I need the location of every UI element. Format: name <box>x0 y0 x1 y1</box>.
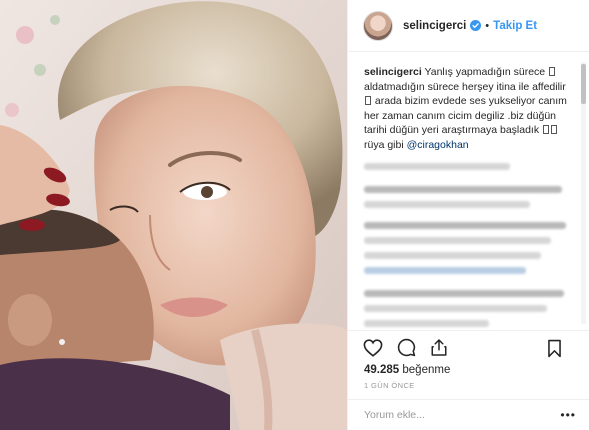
post-side-panel: selincigerci • Takip Et selincigerci Yan… <box>347 0 589 430</box>
comment-button[interactable] <box>395 337 417 359</box>
header-separator: • <box>485 19 490 32</box>
action-bar <box>348 330 589 364</box>
blurred-comment-line <box>364 236 552 244</box>
caption-text-1: Yanlış yapmadığın sürece <box>424 66 549 78</box>
post-caption: selincigerci Yanlış yapmadığın sürece al… <box>364 65 572 153</box>
blurred-comment-line <box>364 200 531 208</box>
comments-scrollbar[interactable] <box>581 62 586 324</box>
share-button[interactable] <box>428 337 450 359</box>
blurred-comment-line <box>364 221 566 229</box>
blurred-comments <box>364 162 572 329</box>
caption-username[interactable]: selincigerci <box>364 66 422 78</box>
comment-form: ••• <box>348 399 589 430</box>
likes-number: 49.285 <box>364 364 400 376</box>
share-icon <box>431 339 447 356</box>
blurred-comment-line <box>364 185 562 193</box>
emoji-placeholder-icon <box>365 96 371 106</box>
blurred-comment-line <box>364 266 527 274</box>
blurred-comment-line <box>364 319 489 327</box>
post-photo[interactable] <box>0 0 347 430</box>
caption-text-2: aldatmadığın sürece herşey itina ile aff… <box>364 80 566 93</box>
username-link[interactable]: selincigerci <box>403 20 466 32</box>
likes-count[interactable]: 49.285 beğenme <box>364 364 450 376</box>
avatar[interactable] <box>363 10 393 41</box>
caption-text-3: arada bizim evdede ses yukseliyor canım … <box>364 95 567 137</box>
post-timestamp[interactable]: 1 GÜN ÖNCE <box>364 381 415 390</box>
verified-badge-icon <box>470 20 482 31</box>
scrollbar-thumb[interactable] <box>581 64 586 104</box>
heart-icon <box>363 338 383 357</box>
post-photo-illustration <box>0 0 347 430</box>
caption-mention-link[interactable]: @ciragokhan <box>407 139 469 151</box>
emoji-placeholder-icon <box>551 125 558 135</box>
likes-label: beğenme <box>402 364 451 376</box>
comment-input[interactable] <box>364 409 561 421</box>
like-button[interactable] <box>362 337 384 359</box>
caption-text-4: rüya gibi <box>364 138 407 151</box>
emoji-placeholder-icon <box>549 67 556 76</box>
blurred-comment-line <box>364 162 510 170</box>
comments-list[interactable]: selincigerci Yanlış yapmadığın sürece al… <box>348 53 589 329</box>
follow-button[interactable]: Takip Et <box>493 20 537 32</box>
blurred-comment-line <box>364 289 564 297</box>
emoji-placeholder-icon <box>543 125 550 135</box>
blurred-comment-line <box>364 304 548 312</box>
post-header: selincigerci • Takip Et <box>348 0 589 52</box>
more-options-button[interactable]: ••• <box>560 408 576 422</box>
comment-icon <box>397 338 415 357</box>
save-button[interactable] <box>543 337 565 359</box>
blurred-comment-line <box>364 251 541 259</box>
bookmark-icon <box>547 339 561 357</box>
